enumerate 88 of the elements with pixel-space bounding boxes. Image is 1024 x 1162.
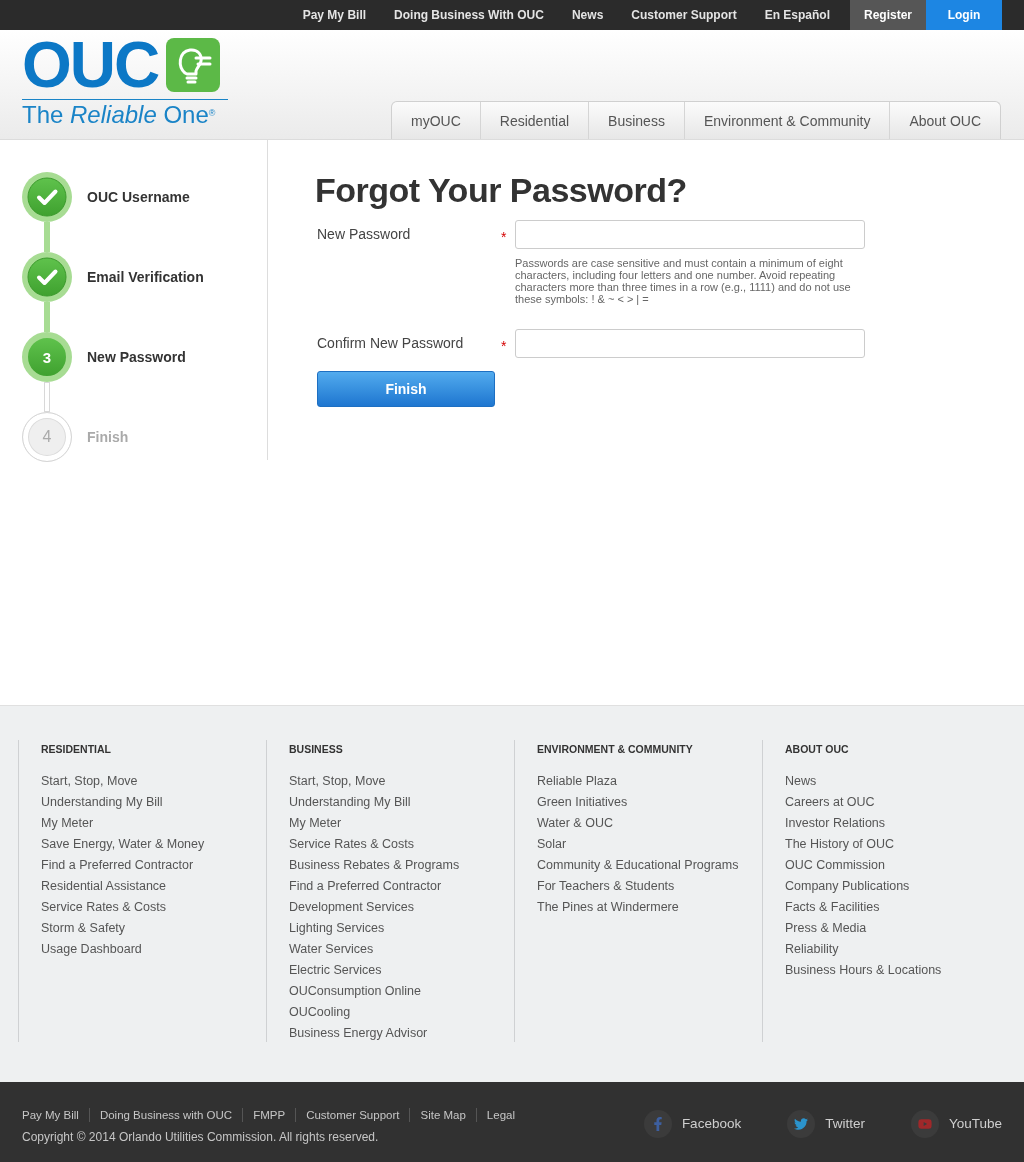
- footer-link[interactable]: Understanding My Bill: [289, 792, 411, 813]
- social-link[interactable]: Facebook: [681, 1116, 742, 1131]
- twitter-icon[interactable]: [787, 1109, 816, 1138]
- top-nav-link[interactable]: En Español: [750, 0, 844, 30]
- step-label: Finish: [87, 429, 129, 445]
- top-nav-link[interactable]: Doing Business With OUC: [380, 0, 558, 30]
- step-number: 4: [22, 412, 72, 462]
- footer-link[interactable]: Save Energy, Water & Money: [41, 834, 205, 855]
- footer-link[interactable]: Lighting Services: [289, 918, 385, 939]
- footer-link[interactable]: Investor Relations: [785, 813, 886, 834]
- footer-link[interactable]: My Meter: [41, 813, 94, 834]
- bottom-link[interactable]: Customer Support: [295, 1108, 410, 1122]
- footer-link[interactable]: The Pines at Windermere: [537, 897, 679, 918]
- footer-link[interactable]: Find a Preferred Contractor: [289, 876, 442, 897]
- main-nav-tab[interactable]: Business: [588, 102, 684, 139]
- main-nav-tab[interactable]: Environment & Community: [683, 102, 890, 139]
- step-connector: [44, 382, 50, 412]
- required-mark: *: [501, 337, 507, 354]
- footer-link[interactable]: Find a Preferred Contractor: [41, 855, 194, 876]
- footer-link[interactable]: Reliable Plaza: [537, 771, 617, 792]
- step-label: New Password: [87, 349, 186, 365]
- bottom-link[interactable]: Pay My Bill: [22, 1108, 89, 1122]
- bottom-link[interactable]: FMPP: [242, 1108, 296, 1122]
- logo-wordmark[interactable]: OUC: [22, 38, 159, 92]
- footer-heading: RESIDENTIAL: [41, 742, 111, 756]
- footer-link[interactable]: Business Rebates & Programs: [289, 855, 460, 876]
- footer-link[interactable]: Business Hours & Locations: [785, 960, 942, 981]
- logo-tagline: The Reliable One$^{®}$: [22, 100, 217, 130]
- social-link[interactable]: YouTube: [948, 1116, 1002, 1131]
- footer-link[interactable]: Understanding My Bill: [41, 792, 163, 813]
- bottom-link[interactable]: Doing Business with OUC: [88, 1108, 243, 1122]
- footer-link[interactable]: Solar: [537, 834, 567, 855]
- footer-link[interactable]: Press & Media: [785, 918, 867, 939]
- lightbulb-icon: [166, 38, 221, 92]
- footer-heading: BUSINESS: [289, 742, 343, 756]
- password-field[interactable]: [515, 329, 865, 358]
- footer-link[interactable]: Usage Dashboard: [41, 939, 142, 960]
- footer-link[interactable]: News: [785, 771, 817, 792]
- footer-link[interactable]: Reliability: [785, 939, 839, 960]
- footer-link[interactable]: My Meter: [289, 813, 342, 834]
- footer-link[interactable]: Service Rates & Costs: [41, 897, 167, 918]
- footer-heading: ABOUT OUC: [785, 742, 849, 756]
- facebook-icon[interactable]: [643, 1109, 672, 1138]
- footer-link[interactable]: Storm & Safety: [41, 918, 126, 939]
- footer-link[interactable]: Company Publications: [785, 876, 910, 897]
- social-link[interactable]: Twitter: [825, 1116, 865, 1131]
- footer-link[interactable]: The History of OUC: [785, 834, 895, 855]
- top-nav-link[interactable]: News: [557, 0, 618, 30]
- youtube-icon[interactable]: [910, 1109, 939, 1138]
- top-nav-link[interactable]: Pay My Bill: [288, 0, 381, 30]
- bottom-link[interactable]: Legal: [475, 1108, 525, 1122]
- footer-link[interactable]: Service Rates & Costs: [289, 834, 415, 855]
- footer-link[interactable]: Water Services: [289, 939, 374, 960]
- top-nav-link[interactable]: Customer Support: [617, 0, 751, 30]
- main-nav-tab[interactable]: About OUC: [889, 102, 1000, 139]
- field-label: New Password: [316, 225, 411, 242]
- footer-link[interactable]: Business Energy Advisor: [289, 1023, 428, 1044]
- step-connector: [44, 302, 50, 332]
- footer-link[interactable]: Start, Stop, Move: [41, 771, 138, 792]
- footer-link[interactable]: Residential Assistance: [41, 876, 167, 897]
- footer-link[interactable]: OUC Commission: [785, 855, 885, 876]
- footer-link[interactable]: Facts & Facilities: [785, 897, 880, 918]
- register-button[interactable]: Register: [850, 0, 926, 30]
- bottom-link[interactable]: Site Map: [409, 1108, 476, 1122]
- login-button[interactable]: Login: [926, 0, 1002, 30]
- password-field[interactable]: [515, 220, 865, 249]
- password-help-text: Passwords are case sensitive and must contain a minimum of eight characters, including four letters and one number. Avoid repeating characters more than three times in a row (e.g., 1111) and do not use these symbols: ! & ~ < > | =: [515, 257, 852, 305]
- footer-link[interactable]: OUCooling: [289, 1002, 351, 1023]
- main-nav-tab[interactable]: myOUC: [392, 102, 480, 139]
- footer-link[interactable]: Community & Educational Programs: [537, 855, 739, 876]
- footer-link[interactable]: Careers at OUC: [785, 792, 875, 813]
- page-title: Forgot Your Password?: [315, 170, 687, 210]
- step-label: Email Verification: [87, 269, 204, 285]
- footer-link[interactable]: For Teachers & Students: [537, 876, 675, 897]
- footer-link[interactable]: OUConsumption Online: [289, 981, 421, 1002]
- footer-link[interactable]: Start, Stop, Move: [289, 771, 386, 792]
- field-label: Confirm New Password: [316, 334, 464, 351]
- footer-link[interactable]: Green Initiatives: [537, 792, 628, 813]
- step-label: OUC Username: [87, 189, 190, 205]
- copyright-text: Copyright © 2014 Orlando Utilities Commission. All rights reserved.: [22, 1130, 379, 1144]
- footer-link[interactable]: Water & OUC: [537, 813, 613, 834]
- footer-link[interactable]: Electric Services: [289, 960, 382, 981]
- main-nav-tab[interactable]: Residential: [479, 102, 589, 139]
- footer-link[interactable]: Development Services: [289, 897, 415, 918]
- footer-heading: ENVIRONMENT & COMMUNITY: [537, 742, 693, 756]
- step-connector: [44, 222, 50, 252]
- required-mark: *: [501, 228, 507, 245]
- step-number: 3: [22, 332, 72, 382]
